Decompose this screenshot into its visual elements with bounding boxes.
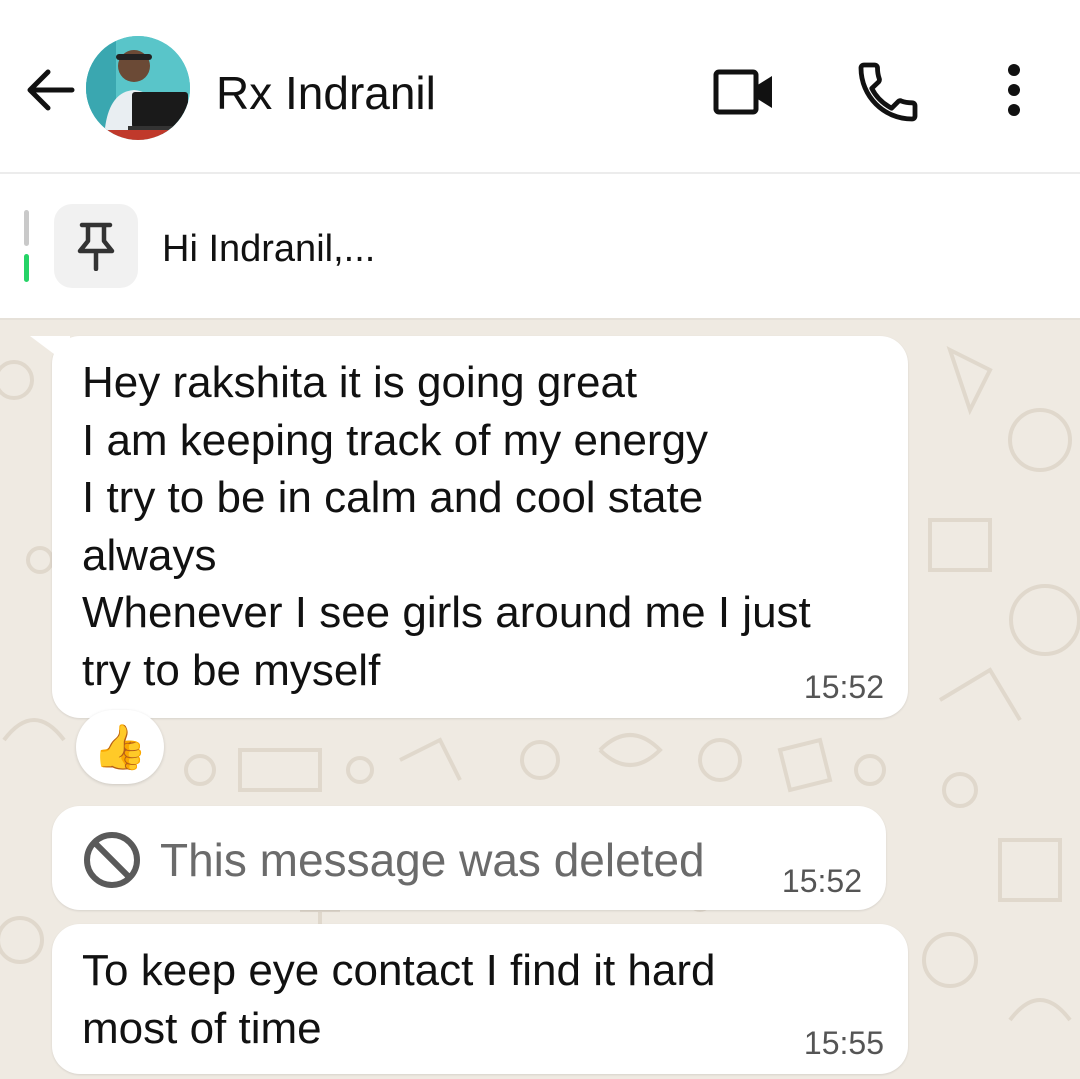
chat-area[interactable]: Hey rakshita it is going great I am keep… [0,320,1080,1079]
pinned-message-text: Hi Indranil,... [162,228,376,270]
bubble-tail [30,336,70,366]
voice-call-icon [858,62,918,122]
message-time: 15:55 [803,1025,884,1061]
deleted-message-text: This message was deleted [160,834,705,886]
pin-indicator-inactive [24,210,29,246]
message-bubble[interactable]: Hey rakshita it is going great I am keep… [52,336,908,718]
deleted-icon [84,832,140,888]
more-options-button[interactable] [978,56,1050,128]
contact-name[interactable]: Rx Indranil [216,66,436,120]
back-button[interactable] [20,60,80,120]
more-options-icon [1008,64,1020,116]
back-arrow-icon [27,69,75,111]
contact-avatar[interactable] [86,36,190,140]
voice-call-button[interactable] [852,56,924,128]
message-text: Hey rakshita it is going great I am keep… [82,358,811,695]
video-call-button[interactable] [708,56,780,128]
pin-icon [77,222,115,271]
video-call-icon [713,69,772,115]
pin-icon-container [54,204,138,288]
message-time: 15:52 [803,669,884,705]
message-bubble[interactable]: To keep eye contact I find it hard most … [52,924,908,1074]
pinned-message-bar[interactable]: Hi Indranil,... [0,174,1080,320]
pin-indicator-active [24,254,29,282]
deleted-message-row: This message was deleted [82,830,705,890]
thumbs-up-reaction[interactable]: 👍 [76,710,164,784]
deleted-message-bubble[interactable]: This message was deleted 15:52 [52,806,886,910]
chat-header: Rx Indranil [0,0,1080,174]
message-text: To keep eye contact I find it hard most … [82,946,716,1053]
message-time: 15:52 [781,863,862,899]
